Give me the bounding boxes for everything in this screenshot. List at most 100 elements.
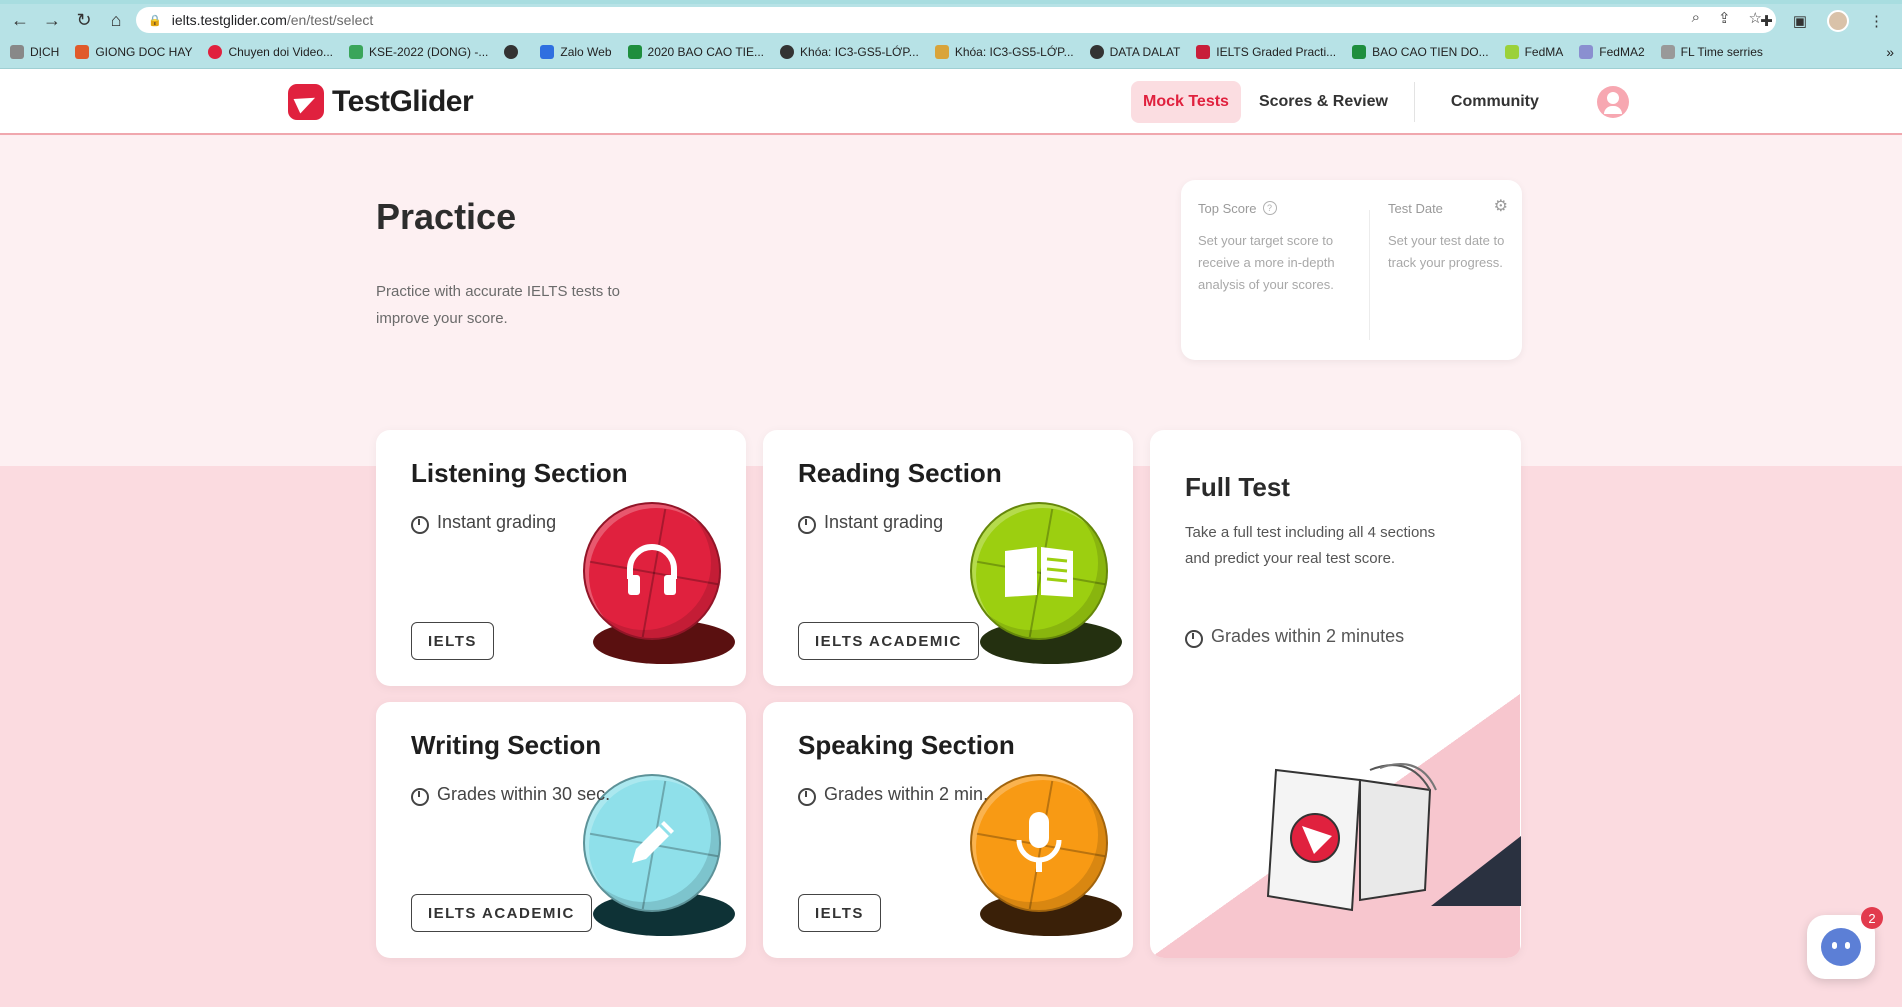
bookmark-item[interactable]: Zalo Web: [540, 45, 612, 59]
forward-icon[interactable]: →: [36, 6, 68, 34]
globe-icon: [504, 45, 519, 59]
timer-icon: [411, 514, 429, 534]
testglider-icon: [1196, 45, 1211, 59]
hero-background: [0, 136, 1902, 466]
site-header: TestGlider Mock Tests Scores & Review Co…: [0, 69, 1902, 135]
reading-section-card[interactable]: Reading Section Instant grading IELTS AC…: [763, 430, 1133, 686]
bookmark-icon: [1660, 45, 1675, 59]
main-nav: Mock Tests Scores & Review Community: [1131, 81, 1629, 123]
card-title: Full Test: [1185, 472, 1290, 502]
sheets-icon: [627, 45, 642, 59]
card-meta: Instant grading: [798, 512, 943, 534]
timer-icon: [798, 514, 816, 534]
logo-text: TestGlider: [332, 85, 474, 118]
timer-icon: [1185, 628, 1203, 648]
card-meta: Grades within 30 sec.: [411, 784, 610, 806]
test-date-text: Set your test date to track your progres…: [1388, 233, 1505, 270]
bookmark-item[interactable]: KSE-2022 (DONG) -...: [349, 45, 488, 59]
bookmark-icon: [1579, 45, 1594, 59]
book-coin-icon: [970, 502, 1108, 640]
listening-section-card[interactable]: Listening Section Instant grading IELTS: [376, 430, 746, 686]
bookmark-icon: [1504, 45, 1519, 59]
bookmark-item[interactable]: FedMA2: [1579, 45, 1645, 59]
bookmark-item[interactable]: IELTS Graded Practi...: [1196, 45, 1336, 59]
chat-notification-badge: 2: [1861, 907, 1883, 929]
top-score-label: Top Score: [1198, 200, 1257, 216]
globe-icon: [780, 45, 795, 59]
nav-scores-review[interactable]: Scores & Review: [1247, 81, 1400, 123]
url-path: /en/test/select: [286, 12, 374, 28]
address-bar[interactable]: 🔒 ielts.testglider.com /en/test/select ⌕…: [136, 7, 1776, 33]
tag-ielts: IELTS: [798, 894, 881, 932]
chat-widget-button[interactable]: 2: [1807, 907, 1883, 979]
globe-icon: [1089, 45, 1104, 59]
goal-divider: [1369, 210, 1370, 340]
card-title: Speaking Section: [798, 730, 1015, 760]
card-title: Writing Section: [411, 730, 602, 760]
browser-chrome: ← → ↻ ⌂ 🔒 ielts.testglider.com /en/test/…: [0, 0, 1902, 69]
top-score-text: Set your target score to receive a more …: [1198, 233, 1335, 292]
menu-icon[interactable]: ⋮: [1869, 12, 1884, 30]
bookmark-item[interactable]: BAO CAO TIEN DO...: [1352, 45, 1489, 59]
zalo-icon: [540, 45, 555, 59]
zoom-icon[interactable]: ⌕: [1692, 9, 1700, 27]
bookmark-item[interactable]: Khóa: IC3-GS5-LỚP...: [780, 45, 919, 59]
nav-divider: [1413, 82, 1415, 122]
bookmark-item[interactable]: DATA DALAT: [1089, 45, 1180, 59]
top-score-panel[interactable]: Top Score? Set your target score to rece…: [1198, 198, 1348, 296]
test-date-panel[interactable]: Test Date Set your test date to track yo…: [1388, 198, 1508, 274]
tag-ielts-academic: IELTS ACADEMIC: [411, 894, 592, 932]
card-title: Reading Section: [798, 458, 1002, 488]
test-date-label: Test Date: [1388, 200, 1443, 216]
goal-card[interactable]: Top Score? Set your target score to rece…: [1181, 180, 1522, 360]
browser-toolbar: ← → ↻ ⌂ 🔒 ielts.testglider.com /en/test/…: [0, 4, 1902, 36]
logo-icon: [288, 84, 324, 120]
share-icon[interactable]: ⇪: [1718, 9, 1731, 27]
tag-ielts: IELTS: [411, 622, 494, 660]
lock-icon: 🔒: [148, 14, 162, 27]
bookmark-item[interactable]: GIONG DOC HAY: [75, 45, 192, 59]
bookmark-icon: [75, 45, 90, 59]
more-bookmarks-icon[interactable]: »: [1886, 44, 1894, 60]
bookmark-item[interactable]: [504, 45, 524, 59]
extensions-icon[interactable]: ✚: [1760, 12, 1773, 30]
page-subtitle: Practice with accurate IELTS tests to im…: [376, 283, 620, 327]
bookmark-item[interactable]: Chuyen doi Video...: [208, 45, 333, 59]
nav-mock-tests[interactable]: Mock Tests: [1131, 81, 1241, 123]
tag-ielts-academic: IELTS ACADEMIC: [798, 622, 979, 660]
speaking-section-card[interactable]: Speaking Section Grades within 2 min. IE…: [763, 702, 1133, 958]
timer-icon: [798, 786, 816, 806]
reload-icon[interactable]: ↻: [68, 6, 100, 34]
gear-icon[interactable]: ⚙: [1494, 196, 1508, 216]
user-avatar-icon[interactable]: [1596, 86, 1629, 118]
test-box-illustration: [1266, 763, 1437, 912]
bookmark-item[interactable]: FedMA: [1504, 45, 1563, 59]
card-description: Take a full test including all 4 section…: [1185, 524, 1436, 567]
bookmark-item[interactable]: Khóa: IC3-GS5-LỚP...: [934, 45, 1074, 59]
card-meta: Grades within 2 min.: [798, 784, 988, 806]
back-icon[interactable]: ←: [4, 6, 36, 34]
bookmarks-bar: DỊCH GIONG DOC HAY Chuyen doi Video... K…: [0, 36, 1902, 69]
home-icon[interactable]: ⌂: [100, 6, 132, 34]
bookmark-item[interactable]: DỊCH: [10, 45, 59, 59]
bookmark-icon: [349, 45, 363, 59]
bookmark-icon: [10, 45, 24, 59]
headphones-coin-icon: [583, 502, 721, 640]
url-host: ielts.testglider.com: [171, 12, 287, 28]
timer-icon: [411, 786, 429, 806]
bookmark-icon: [934, 45, 949, 59]
card-title: Listening Section: [411, 458, 628, 488]
bookmark-item[interactable]: 2020 BAO CAO TIE...: [627, 45, 764, 59]
help-icon[interactable]: ?: [1262, 201, 1277, 215]
writing-section-card[interactable]: Writing Section Grades within 30 sec. IE…: [376, 702, 746, 958]
page-title: Practice: [376, 196, 517, 237]
side-panel-icon[interactable]: ▣: [1793, 12, 1807, 30]
full-test-card[interactable]: Full Test Take a full test including all…: [1150, 430, 1521, 958]
bookmark-item[interactable]: FL Time serries: [1660, 45, 1763, 59]
card-meta: Grades within 2 minutes: [1185, 626, 1404, 648]
logo[interactable]: TestGlider: [288, 84, 474, 120]
nav-community[interactable]: Community: [1439, 81, 1551, 123]
microphone-coin-icon: [970, 774, 1108, 912]
chat-bot-icon: [1821, 928, 1861, 966]
profile-avatar[interactable]: [1827, 10, 1849, 32]
